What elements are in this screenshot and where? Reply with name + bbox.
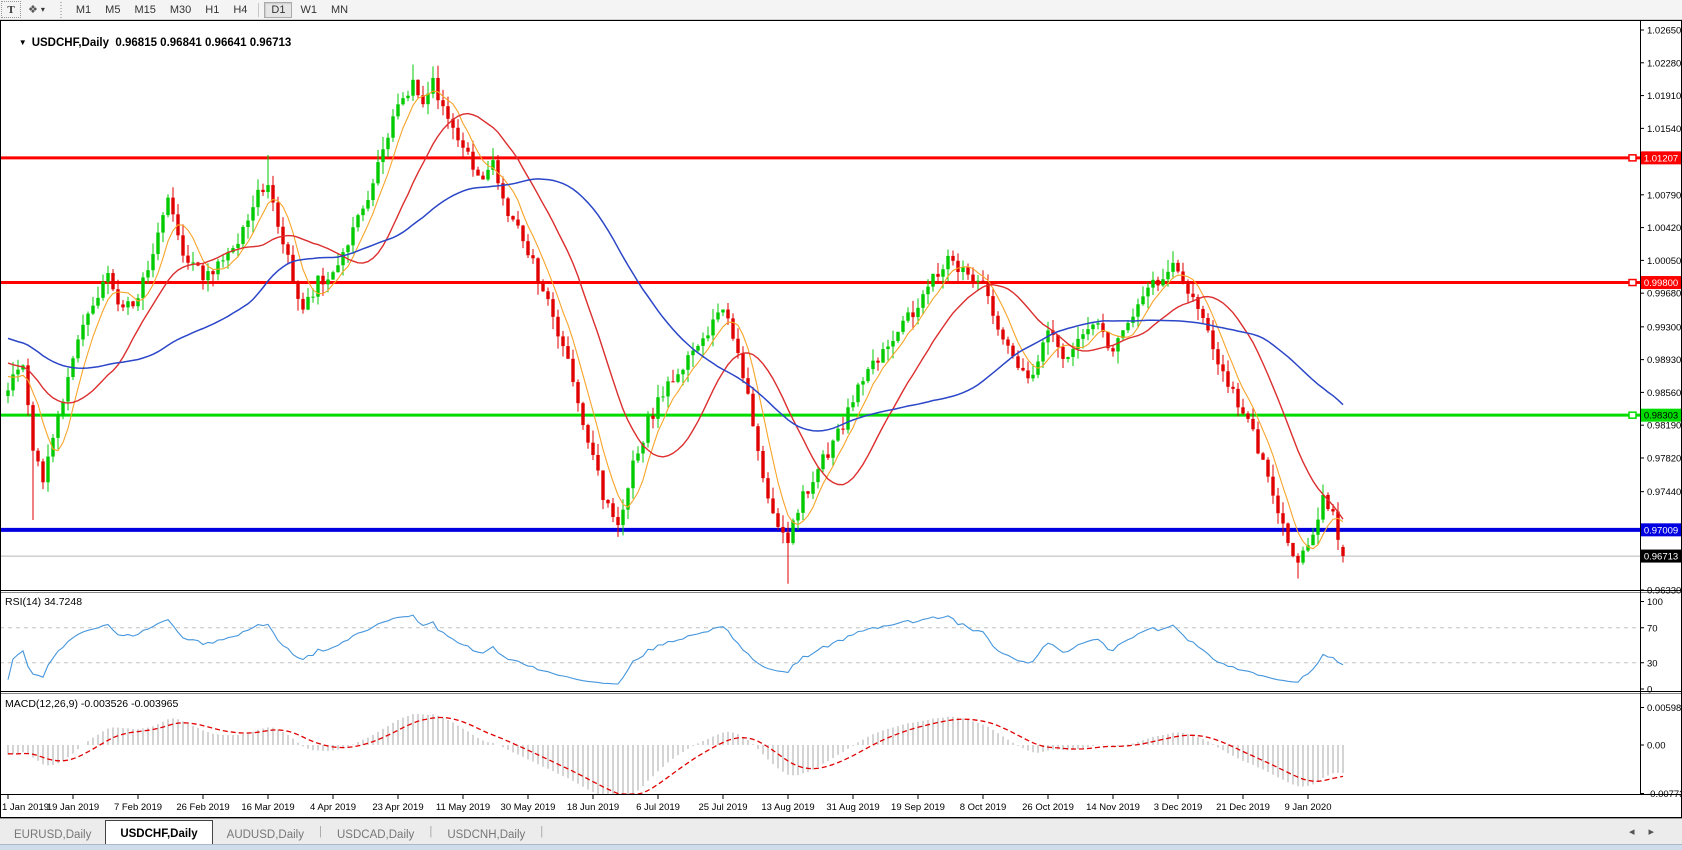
symbol-period-label: USDCHF,Daily [32, 37, 109, 49]
chart-tab-eurusd[interactable]: EURUSD,Daily [0, 822, 105, 844]
chart-background [0, 20, 1682, 818]
timeframe-button-m5[interactable]: M5 [99, 2, 126, 18]
price-scale-drag-zone[interactable] [1640, 20, 1682, 795]
text-tool-button[interactable]: T [1, 1, 21, 18]
timeframe-button-m1[interactable]: M1 [70, 2, 97, 18]
line-handle-marker[interactable] [1629, 155, 1636, 161]
toolbar-separator [258, 3, 259, 17]
text-tool-icon: T [7, 4, 14, 16]
chart-title: ▼ USDCHF,Daily 0.96815 0.96841 0.96641 0.… [6, 25, 291, 61]
chart-tab-usdcad[interactable]: USDCAD,Daily [323, 822, 428, 844]
chart-tab-usdchf[interactable]: USDCHF,Daily [105, 820, 212, 844]
tab-scroll-arrows[interactable]: ◂▸ [1629, 825, 1668, 838]
collapse-icon: ▼ [19, 38, 27, 47]
timeframe-group: M1M5M15M30H1H4 D1W1MN [69, 2, 355, 18]
chart-tab-usdcnh[interactable]: USDCNH,Daily [433, 822, 539, 844]
toolbar: T ❖ ▾ M1M5M15M30H1H4 D1W1MN [0, 0, 1682, 20]
time-scale-drag-zone[interactable] [0, 795, 1640, 818]
tab-separator: | [539, 826, 544, 838]
chart-tab-bar: EURUSD,DailyUSDCHF,DailyAUDUSD,Daily|USD… [0, 818, 1682, 844]
cursor-tool-button[interactable]: ❖ ▾ [23, 1, 50, 18]
timeframe-button-w1[interactable]: W1 [294, 2, 323, 18]
macd-indicator-label: MACD(12,26,9) -0.003526 -0.003965 [5, 698, 178, 710]
chevron-down-icon: ▾ [41, 5, 45, 14]
timeframe-button-h1[interactable]: H1 [199, 2, 225, 18]
timeframe-button-d1[interactable]: D1 [264, 2, 292, 18]
line-handle-marker[interactable] [1629, 280, 1636, 286]
bottom-strip [0, 844, 1682, 850]
timeframe-button-m30[interactable]: M30 [164, 2, 197, 18]
ohlc-values: 0.96815 0.96841 0.96641 0.96713 [115, 37, 291, 49]
toolbar-grip [59, 2, 64, 18]
timeframe-button-m15[interactable]: M15 [128, 2, 161, 18]
line-handle-marker[interactable] [1629, 412, 1636, 418]
mt4-window: T ❖ ▾ M1M5M15M30H1H4 D1W1MN ▼ USDCHF,Daily… [0, 0, 1682, 850]
chart-tab-audusd[interactable]: AUDUSD,Daily [213, 822, 318, 844]
timeframe-button-h4[interactable]: H4 [227, 2, 253, 18]
diamonds-icon: ❖ [28, 3, 38, 16]
price-chart-svg[interactable]: 1.026501.022801.019101.015401.007901.004… [0, 20, 1682, 818]
timeframe-button-mn[interactable]: MN [325, 2, 354, 18]
rsi-indicator-label: RSI(14) 34.7248 [5, 596, 82, 608]
